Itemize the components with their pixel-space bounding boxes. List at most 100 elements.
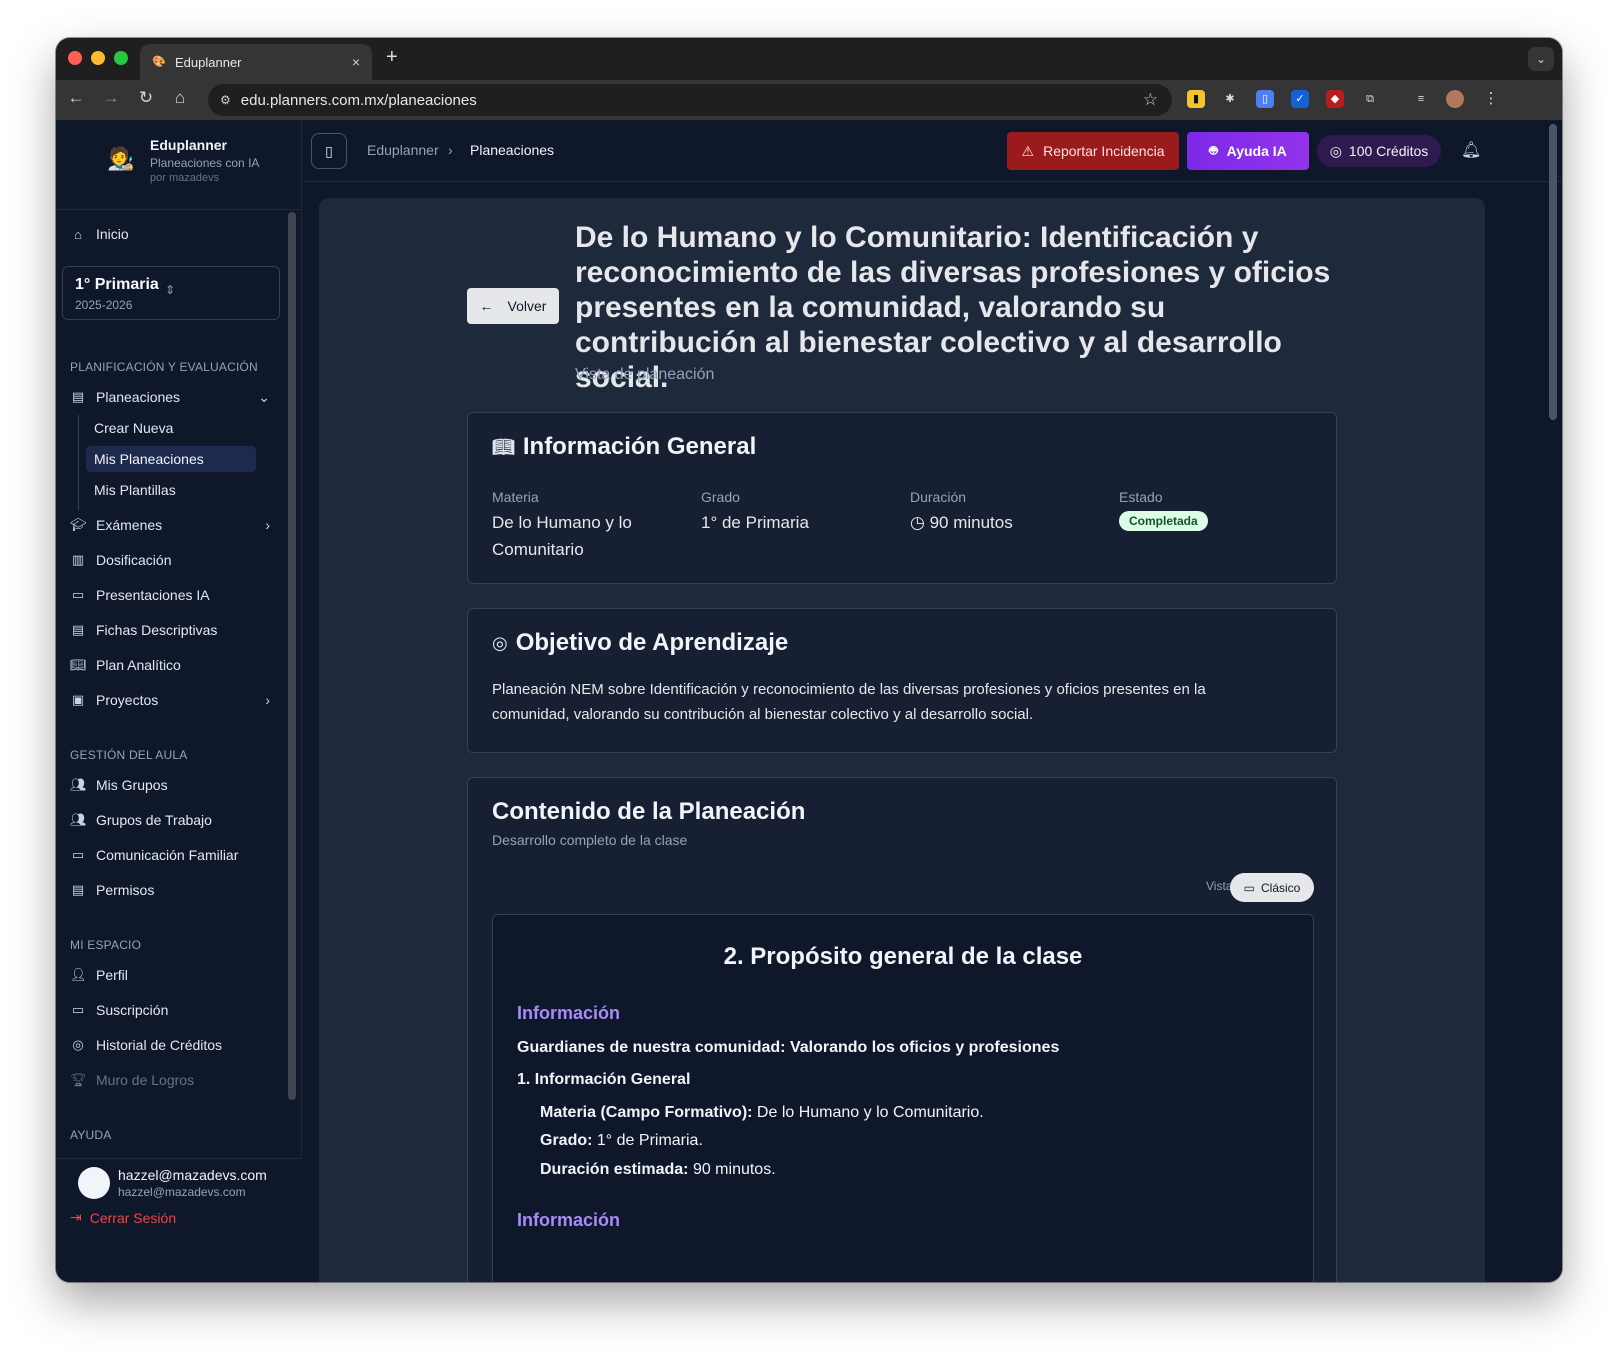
info-duracion: Duración ◷ 90 minutos xyxy=(910,489,1110,536)
subnav-line xyxy=(78,415,79,511)
extension-docs-icon[interactable]: ▯ xyxy=(1256,90,1274,108)
brand[interactable]: 🧑‍🎨 Eduplanner Planeaciones con IA por m… xyxy=(56,120,302,210)
eduplanner-logo-icon: 🧑‍🎨 xyxy=(107,146,135,171)
back-button[interactable]: ← Volver xyxy=(467,288,559,324)
general-info-title-text: Información General xyxy=(522,433,757,460)
app: 🧑‍🎨 Eduplanner Planeaciones con IA por m… xyxy=(56,120,1562,1282)
media-controls-icon[interactable]: ≡ xyxy=(1412,90,1430,108)
grade-selector[interactable]: 1° Primaria 2025-2026 ⇕ xyxy=(62,266,280,320)
objective-title: ◎ Objetivo de Aprendizaje xyxy=(492,629,788,657)
logout-button[interactable]: ⇥ Cerrar Sesión xyxy=(70,1209,176,1226)
browser-toolbar: ← → ↻ ⌂ ⚙ edu.planners.com.mx/planeacion… xyxy=(56,80,1562,120)
extension-check-icon[interactable]: ✓ xyxy=(1291,90,1309,108)
minimize-window-button[interactable] xyxy=(91,51,105,65)
extensions-puzzle-icon[interactable]: ⧉ xyxy=(1361,90,1379,108)
sidebar: 🧑‍🎨 Eduplanner Planeaciones con IA por m… xyxy=(56,120,302,1282)
general-info-title: 📖︎ Información General xyxy=(492,433,756,461)
alert-triangle-icon: ⚠ xyxy=(1021,142,1035,159)
url-text[interactable]: edu.planners.com.mx/planeaciones xyxy=(241,92,1133,109)
report-label: Reportar Incidencia xyxy=(1043,143,1165,159)
extension-notes-icon[interactable]: ▮ xyxy=(1187,90,1205,108)
sidebar-item-comunicacion[interactable]: ▭ Comunicación Familiar xyxy=(70,842,270,868)
bookmark-star-icon[interactable]: ☆ xyxy=(1143,90,1158,110)
forward-arrow-icon[interactable]: → xyxy=(99,88,123,108)
sidebar-item-planeaciones[interactable]: ▤ Planeaciones ⌄ xyxy=(70,384,270,410)
sidebar-toggle-button[interactable]: ▯ xyxy=(311,133,347,169)
sidebar-subitem-mis-planeaciones[interactable]: Mis Planeaciones xyxy=(86,446,256,472)
reload-icon[interactable]: ↻ xyxy=(134,88,158,108)
view-mode-label: Clásico xyxy=(1260,880,1301,895)
sidebar-item-suscripcion[interactable]: ▭ Suscripción xyxy=(70,997,270,1023)
chevron-right-icon: › xyxy=(265,517,270,533)
tab-title: Eduplanner xyxy=(175,54,242,70)
info-estado: Estado Completada xyxy=(1119,489,1319,531)
sidebar-item-permisos[interactable]: ▤ Permisos xyxy=(70,877,270,903)
user-email: hazzel@mazadevs.com xyxy=(118,1185,246,1199)
sidebar-item-grupos-trabajo[interactable]: 👥︎ Grupos de Trabajo xyxy=(70,807,270,833)
lesson-document: 2. Propósito general de la clase Informa… xyxy=(492,914,1314,1282)
report-incident-button[interactable]: ⚠ Reportar Incidencia xyxy=(1007,132,1179,170)
sidebar-item-perfil[interactable]: 👤︎ Perfil xyxy=(70,962,270,988)
sidebar-item-historial-creditos[interactable]: ◎ Historial de Créditos xyxy=(70,1032,270,1058)
coins-icon: ◎ xyxy=(1329,142,1342,159)
sidebar-item-examenes[interactable]: 🎓︎ Exámenes › xyxy=(70,512,270,538)
sidebar-item-proyectos[interactable]: ▣ Proyectos › xyxy=(70,687,270,713)
sidebar-item-label: Inicio xyxy=(96,226,129,242)
address-bar[interactable]: ⚙ edu.planners.com.mx/planeaciones ☆ xyxy=(208,84,1172,116)
tab-bar: 🎨 Eduplanner × + ⌄ xyxy=(56,38,1562,80)
credits-button[interactable]: ◎ 100 Créditos xyxy=(1317,135,1441,167)
sidebar-item-inicio[interactable]: ⌂ Inicio xyxy=(70,221,270,247)
sidebar-item-fichas[interactable]: ▤ Fichas Descriptivas xyxy=(70,617,270,643)
trophy-icon: 🏆︎ xyxy=(70,1072,87,1087)
sidebar-scrollbar[interactable] xyxy=(288,212,296,1100)
extension-gift-icon[interactable]: ✱ xyxy=(1221,90,1239,108)
file-text-icon: ▤ xyxy=(71,622,85,637)
bot-icon: 🤖︎ xyxy=(1209,142,1218,158)
main-scrollbar[interactable] xyxy=(1549,124,1557,420)
estado-label: Estado xyxy=(1119,489,1163,505)
profile-avatar-icon[interactable] xyxy=(1446,90,1464,108)
close-window-button[interactable] xyxy=(68,51,82,65)
chevron-down-icon: ⌄ xyxy=(258,388,270,405)
sidebar-subitem-mis-plantillas[interactable]: Mis Plantillas xyxy=(86,477,256,503)
sidebar-item-muro-logros[interactable]: 🏆︎ Muro de Logros xyxy=(70,1067,270,1093)
breadcrumb-root[interactable]: Eduplanner xyxy=(367,142,439,158)
document-icon: ▭ xyxy=(1243,880,1255,895)
sidebar-item-label: Comunicación Familiar xyxy=(96,847,239,863)
chevron-right-icon: › xyxy=(265,692,270,708)
users-icon: 👥︎ xyxy=(70,777,87,792)
chevron-up-down-icon: ⇕ xyxy=(165,283,176,297)
extension-red-icon[interactable]: ◆ xyxy=(1326,90,1344,108)
grade-title: 1° Primaria xyxy=(75,276,159,293)
tab-close-icon[interactable]: × xyxy=(352,54,360,70)
ai-help-button[interactable]: 🤖︎ Ayuda IA xyxy=(1187,132,1309,170)
avatar[interactable] xyxy=(78,1167,110,1199)
sidebar-item-mis-grupos[interactable]: 👥︎ Mis Grupos xyxy=(70,772,270,798)
user-area: hazzel@mazadevs.com hazzel@mazadevs.com … xyxy=(56,1158,302,1282)
sidebar-item-dosificacion[interactable]: ▥ Dosificación xyxy=(70,547,270,573)
materia-val: De lo Humano y lo Comunitario. xyxy=(756,1104,984,1121)
materia-value: De lo Humano y lo Comunitario xyxy=(492,513,632,559)
info-grado: Grado 1° de Primaria xyxy=(701,489,901,536)
site-settings-icon[interactable]: ⚙ xyxy=(220,93,231,107)
sidebar-item-presentaciones[interactable]: ▭ Presentaciones IA xyxy=(70,582,270,608)
breadcrumb-current: Planeaciones xyxy=(470,142,555,158)
main-content: ← Volver De lo Humano y lo Comunitario: … xyxy=(319,198,1485,1282)
home-icon[interactable]: ⌂ xyxy=(168,88,192,108)
browser-tab[interactable]: 🎨 Eduplanner × xyxy=(140,44,372,80)
browser-menu-icon[interactable]: ⋮ xyxy=(1482,90,1500,108)
content-card: Contenido de la Planeación Desarrollo co… xyxy=(467,777,1337,1282)
maximize-window-button[interactable] xyxy=(114,51,128,65)
sidebar-item-plan-analitico[interactable]: 📖︎ Plan Analítico xyxy=(70,652,270,678)
grado-value: 1° de Primaria xyxy=(701,513,809,532)
duracion-label: Duración xyxy=(910,489,967,505)
view-mode-button[interactable]: ▭ Clásico xyxy=(1230,873,1314,902)
bell-icon[interactable]: 🔔︎ xyxy=(1461,140,1481,160)
new-tab-button[interactable]: + xyxy=(386,46,398,69)
back-arrow-icon[interactable]: ← xyxy=(64,88,88,108)
sidebar-subitem-crear-nueva[interactable]: Crear Nueva xyxy=(86,415,256,441)
coins-icon: ◎ xyxy=(72,1037,84,1052)
status-badge: Completada xyxy=(1119,511,1208,531)
section-label-space: MI ESPACIO xyxy=(70,938,142,952)
tab-search-chevron-icon[interactable]: ⌄ xyxy=(1528,47,1554,71)
